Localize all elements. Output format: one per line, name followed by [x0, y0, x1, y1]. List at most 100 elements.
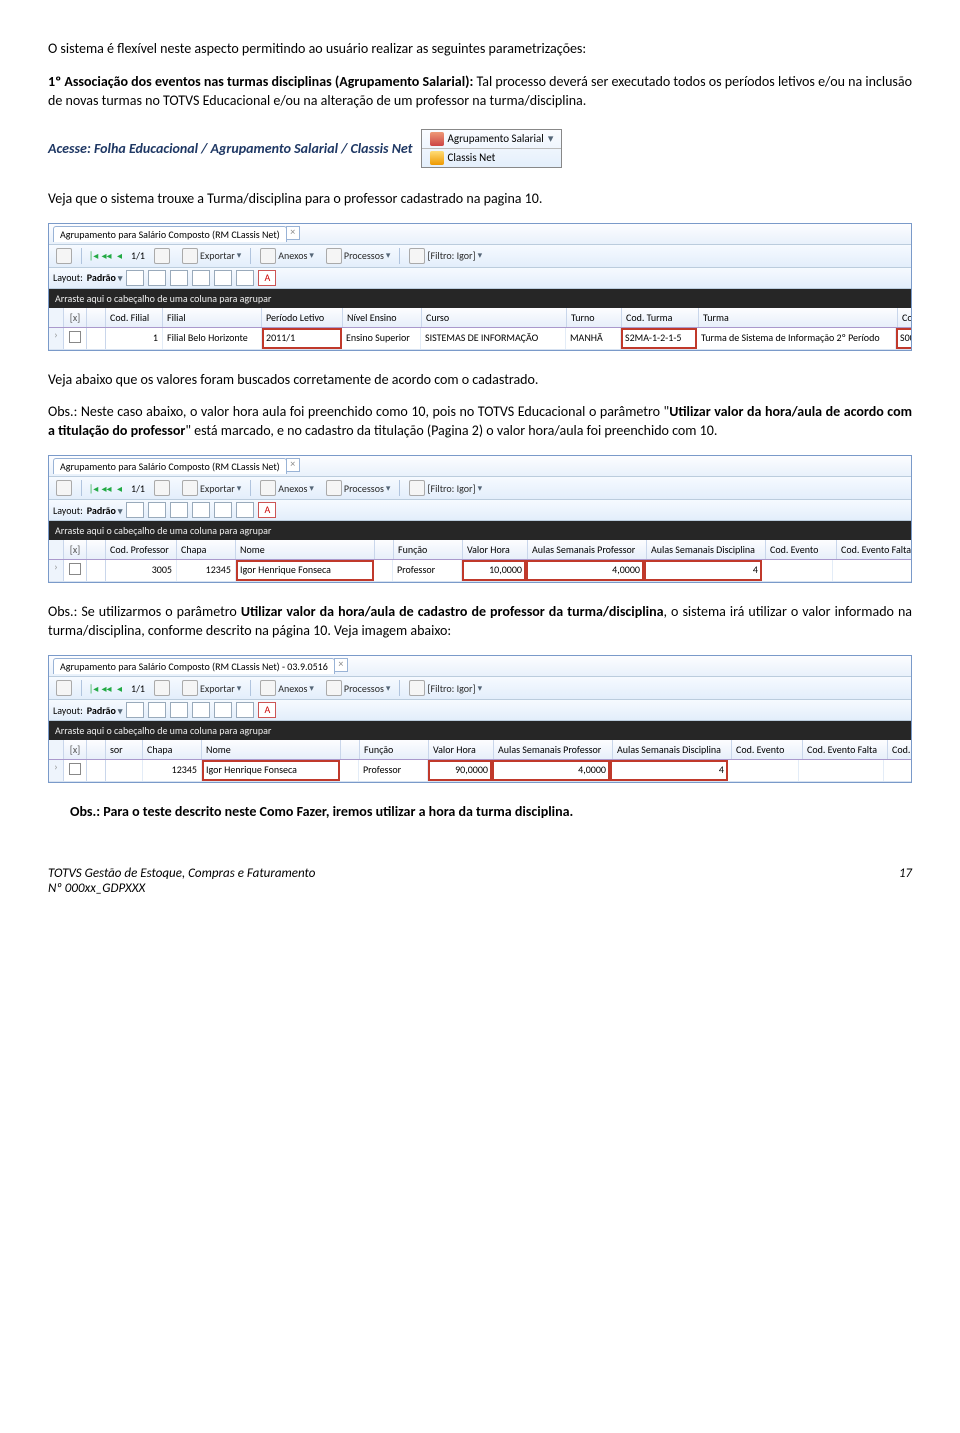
column-header[interactable]: Cod. Filial [106, 308, 163, 327]
layout-option[interactable] [170, 270, 188, 286]
group-bar[interactable]: Arraste aqui o cabeçalho de uma coluna p… [49, 721, 911, 740]
toolbar-button[interactable] [53, 479, 75, 497]
layout-option[interactable] [214, 270, 232, 286]
layout-option[interactable]: A [258, 702, 276, 718]
column-header[interactable]: Cod. Disciplina [898, 308, 912, 327]
layout-option[interactable] [214, 702, 232, 718]
tab[interactable]: Agrupamento para Salário Composto (RM CL… [53, 226, 287, 242]
layout-option[interactable] [236, 270, 254, 286]
column-header[interactable]: Cod. Evento [732, 740, 803, 759]
column-header[interactable]: Aulas Semanais Disciplina [613, 740, 732, 759]
record-nav[interactable]: |◂◂◂◂ [88, 682, 125, 695]
column-header[interactable]: Cod. Evento Atraso [888, 740, 912, 759]
cell: 1 [106, 328, 163, 349]
column-header[interactable]: Cod. Professor [106, 540, 177, 559]
column-header[interactable]: Valor Hora [429, 740, 494, 759]
column-header[interactable]: sor [106, 740, 143, 759]
column-header[interactable] [341, 740, 360, 759]
layout-option[interactable] [126, 270, 144, 286]
column-header[interactable]: Nível Ensino [343, 308, 422, 327]
group-bar[interactable]: Arraste aqui o cabeçalho de uma coluna p… [49, 521, 911, 540]
column-header[interactable]: Cod. Evento Falta [803, 740, 888, 759]
column-header[interactable]: Cod. Turma [622, 308, 699, 327]
layout-option[interactable] [126, 702, 144, 718]
filter-button[interactable]: [Filtro: Igor] [406, 479, 485, 497]
column-header[interactable]: Turno [567, 308, 622, 327]
filter-button[interactable]: [Filtro: Igor] [406, 679, 485, 697]
layout-option[interactable]: A [258, 270, 276, 286]
column-header[interactable]: Função [360, 740, 429, 759]
attachments-button[interactable]: Anexos [257, 679, 317, 697]
table-row[interactable]: › 3005 12345 Igor Henrique Fonseca Profe… [49, 560, 911, 582]
column-header[interactable]: Chapa [177, 540, 236, 559]
processes-button[interactable]: Processos [323, 479, 394, 497]
layout-selector[interactable]: Padrão [87, 271, 123, 284]
layout-option[interactable] [170, 702, 188, 718]
group-bar[interactable]: Arraste aqui o cabeçalho de uma coluna p… [49, 289, 911, 308]
column-header[interactable]: Função [394, 540, 463, 559]
table-row[interactable]: › 12345 Igor Henrique Fonseca Professor … [49, 760, 911, 782]
export-button[interactable]: Exportar [179, 679, 244, 697]
x-header: [x] [64, 740, 87, 759]
cell-highlighted: 4 [610, 760, 728, 781]
layout-option[interactable] [148, 702, 166, 718]
layout-option[interactable] [148, 502, 166, 518]
layout-option[interactable] [148, 270, 166, 286]
tab[interactable]: Agrupamento para Salário Composto (RM CL… [53, 458, 287, 474]
cell [762, 560, 833, 581]
column-header[interactable]: Turma [699, 308, 898, 327]
cell-highlighted: 2011/1 [262, 328, 342, 349]
column-header[interactable]: Período Letivo [262, 308, 343, 327]
column-header[interactable]: Nome [202, 740, 341, 759]
layout-option[interactable] [236, 702, 254, 718]
column-header[interactable]: Aulas Semanais Disciplina [647, 540, 766, 559]
record-nav[interactable]: |◂◂◂◂ [88, 249, 125, 262]
column-header[interactable]: Cod. Evento [766, 540, 837, 559]
export-button[interactable]: Exportar [179, 247, 244, 265]
column-header[interactable]: Aulas Semanais Professor [528, 540, 647, 559]
toolbar-button[interactable] [53, 679, 75, 697]
layout-selector[interactable]: Padrão [87, 704, 123, 717]
processes-button[interactable]: Processos [323, 247, 394, 265]
column-header[interactable]: Valor Hora [463, 540, 528, 559]
page-indicator: 1/1 [131, 249, 145, 262]
processes-button[interactable]: Processos [323, 679, 394, 697]
cell [106, 760, 143, 781]
close-icon[interactable]: × [334, 658, 348, 672]
column-header[interactable]: Chapa [143, 740, 202, 759]
cell-highlighted: 4,0000 [526, 560, 644, 581]
column-header[interactable]: Aulas Semanais Professor [494, 740, 613, 759]
table-row[interactable]: › 1 Filial Belo Horizonte 2011/1 Ensino … [49, 328, 911, 350]
layout-option[interactable] [192, 502, 210, 518]
cell: Filial Belo Horizonte [163, 328, 262, 349]
column-header[interactable] [375, 540, 394, 559]
funnel-icon [409, 480, 425, 496]
layout-option[interactable] [214, 502, 232, 518]
record-nav[interactable]: |◂◂◂◂ [88, 482, 125, 495]
toolbar-button[interactable] [151, 679, 173, 697]
layout-option[interactable] [192, 702, 210, 718]
cell: 12345 [177, 560, 236, 581]
toolbar-button[interactable] [151, 479, 173, 497]
close-icon[interactable]: × [286, 226, 300, 240]
close-icon[interactable]: × [286, 458, 300, 472]
export-button[interactable]: Exportar [179, 479, 244, 497]
layout-option[interactable] [192, 270, 210, 286]
toolbar-button[interactable] [151, 247, 173, 265]
funnel-icon [409, 248, 425, 264]
attachments-button[interactable]: Anexos [257, 479, 317, 497]
column-header[interactable]: Curso [422, 308, 567, 327]
attachments-button[interactable]: Anexos [257, 247, 317, 265]
column-header[interactable]: Filial [163, 308, 262, 327]
tab[interactable]: Agrupamento para Salário Composto (RM CL… [53, 658, 335, 674]
column-header[interactable]: Cod. Evento Falta [837, 540, 912, 559]
cell [799, 760, 884, 781]
toolbar-button[interactable] [53, 247, 75, 265]
column-header[interactable]: Nome [236, 540, 375, 559]
layout-selector[interactable]: Padrão [87, 504, 123, 517]
filter-button[interactable]: [Filtro: Igor] [406, 247, 485, 265]
layout-option[interactable] [236, 502, 254, 518]
layout-option[interactable]: A [258, 502, 276, 518]
layout-option[interactable] [126, 502, 144, 518]
layout-option[interactable] [170, 502, 188, 518]
